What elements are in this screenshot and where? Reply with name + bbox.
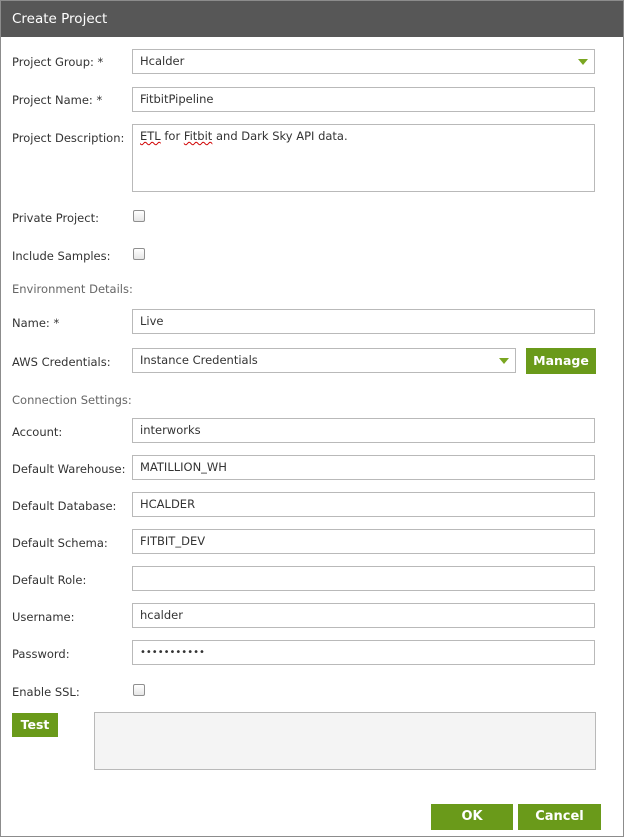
enable-ssl-checkbox[interactable] <box>133 684 145 696</box>
description-word-for: for <box>160 129 184 143</box>
account-label: Account: <box>12 425 63 439</box>
account-input[interactable]: interworks <box>132 418 595 443</box>
project-name-label: Project Name: * <box>12 93 103 107</box>
private-project-checkbox[interactable] <box>133 210 145 222</box>
project-description-textarea[interactable]: ETL for Fitbit and Dark Sky API data. <box>132 124 595 192</box>
project-description-label: Project Description: <box>12 131 125 145</box>
ok-button[interactable]: OK <box>431 804 513 830</box>
include-samples-label: Include Samples: <box>12 249 111 263</box>
project-group-select[interactable]: Hcalder <box>132 49 595 74</box>
chevron-down-icon[interactable] <box>499 358 509 364</box>
dialog-title: Create Project <box>1 1 623 37</box>
cancel-button[interactable]: Cancel <box>518 804 601 830</box>
chevron-down-icon[interactable] <box>578 59 588 65</box>
description-word-etl: ETL <box>140 129 161 143</box>
project-group-label: Project Group: * <box>12 55 104 69</box>
test-button[interactable]: Test <box>12 713 58 737</box>
username-label: Username: <box>12 610 75 624</box>
default-database-label: Default Database: <box>12 499 117 513</box>
private-project-label: Private Project: <box>12 211 99 225</box>
environment-name-label: Name: * <box>12 316 60 330</box>
create-project-dialog: Create Project Project Group: * Hcalder … <box>0 0 624 837</box>
default-warehouse-label: Default Warehouse: <box>12 462 126 476</box>
default-schema-label: Default Schema: <box>12 536 108 550</box>
environment-details-heading: Environment Details: <box>12 282 133 296</box>
include-samples-checkbox[interactable] <box>133 248 145 260</box>
enable-ssl-label: Enable SSL: <box>12 685 80 699</box>
aws-credentials-label: AWS Credentials: <box>12 355 111 369</box>
default-schema-input[interactable]: FITBIT_DEV <box>132 529 595 554</box>
test-result-output <box>94 712 596 770</box>
aws-credentials-value: Instance Credentials <box>140 353 258 367</box>
manage-button[interactable]: Manage <box>526 348 596 374</box>
username-input[interactable]: hcalder <box>132 603 595 628</box>
default-warehouse-input[interactable]: MATILLION_WH <box>132 455 595 480</box>
default-database-input[interactable]: HCALDER <box>132 492 595 517</box>
description-word-fitbit: Fitbit <box>183 129 213 143</box>
description-rest: and Dark Sky API data. <box>212 129 348 143</box>
connection-settings-heading: Connection Settings: <box>12 393 132 407</box>
default-role-input[interactable] <box>132 566 595 591</box>
environment-name-input[interactable]: Live <box>132 309 595 334</box>
password-label: Password: <box>12 647 70 661</box>
project-name-input[interactable]: FitbitPipeline <box>132 87 595 112</box>
project-group-value: Hcalder <box>140 54 185 68</box>
password-input[interactable]: ••••••••••• <box>132 640 595 665</box>
aws-credentials-select[interactable]: Instance Credentials <box>132 348 516 373</box>
default-role-label: Default Role: <box>12 573 87 587</box>
